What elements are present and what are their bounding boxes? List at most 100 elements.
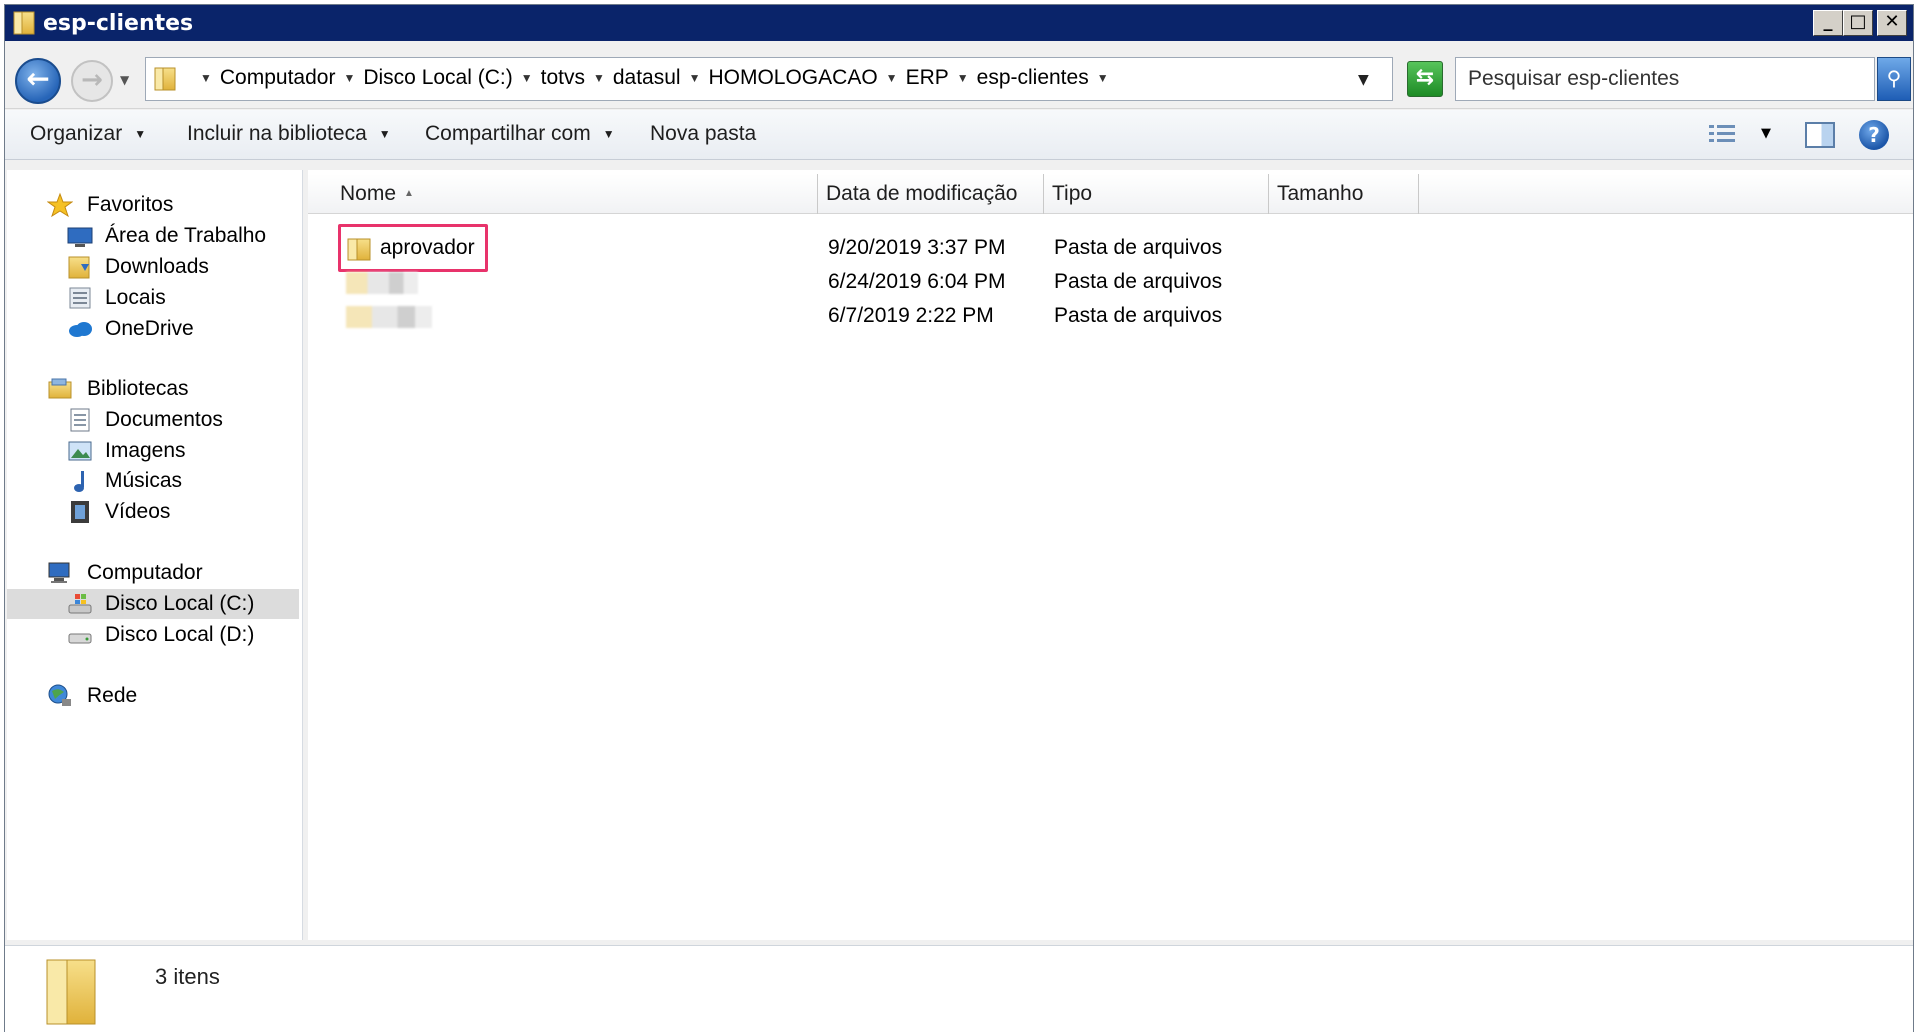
- nav-disco-c[interactable]: Disco Local (C:): [7, 589, 299, 619]
- explorer-window: esp-clientes _ □ ✕ ← → ▼ ▼ Computador ▼ …: [4, 4, 1914, 1033]
- library-icon: [48, 378, 72, 399]
- nav-label: Downloads: [105, 255, 209, 278]
- nav-label: Locais: [105, 286, 166, 309]
- file-type: Pasta de arquivos: [1054, 304, 1223, 327]
- compartilhar-label: Compartilhar com: [425, 122, 591, 145]
- column-label: Nome: [340, 182, 397, 205]
- nav-documentos[interactable]: Documentos: [7, 405, 299, 435]
- nova-pasta-button[interactable]: Nova pasta: [650, 122, 756, 146]
- minimize-button[interactable]: _: [1813, 10, 1843, 36]
- music-icon: [74, 471, 84, 492]
- column-data[interactable]: Data de modificação: [818, 174, 1044, 214]
- downloads-folder-icon: [68, 256, 90, 279]
- column-label: Tamanho: [1277, 182, 1364, 205]
- nav-imagens[interactable]: Imagens: [7, 436, 299, 466]
- address-history-dropdown[interactable]: ▼: [1358, 72, 1369, 88]
- nav-bibliotecas[interactable]: Bibliotecas: [7, 374, 299, 404]
- title-bar: esp-clientes _ □ ✕: [5, 5, 1913, 41]
- maximize-button[interactable]: □: [1843, 10, 1873, 36]
- nav-musicas[interactable]: Músicas: [7, 466, 299, 496]
- crumb-esp-clientes[interactable]: esp-clientes: [977, 66, 1089, 90]
- command-bar: Organizar ▼ Incluir na biblioteca ▼ Compar…: [5, 110, 1913, 160]
- address-bar[interactable]: ▼ Computador ▼ Disco Local (C:) ▼ totvs …: [145, 57, 1393, 101]
- crumb-disco-c[interactable]: Disco Local (C:): [363, 66, 512, 90]
- incluir-biblioteca-menu[interactable]: Incluir na biblioteca ▼: [187, 122, 391, 146]
- crumb-computador[interactable]: Computador: [220, 66, 336, 90]
- blurred-name: [346, 306, 432, 328]
- column-tamanho[interactable]: Tamanho: [1269, 174, 1419, 214]
- search-box[interactable]: [1455, 57, 1875, 101]
- nav-videos[interactable]: Vídeos: [7, 497, 299, 527]
- nav-label: Bibliotecas: [87, 377, 189, 400]
- crumb-datasul[interactable]: datasul: [613, 66, 681, 90]
- table-row[interactable]: 6/7/2019 2:22 PM Pasta de arquivos: [308, 300, 1913, 334]
- nav-computador[interactable]: Computador: [7, 558, 299, 588]
- nav-label: Área de Trabalho: [105, 224, 267, 247]
- column-nome[interactable]: Nome ▲: [308, 174, 818, 214]
- preview-pane-icon[interactable]: [1805, 122, 1835, 148]
- nav-downloads[interactable]: Downloads: [7, 252, 299, 282]
- file-date: 6/7/2019 2:22 PM: [828, 304, 994, 327]
- organizar-menu[interactable]: Organizar ▼: [30, 122, 146, 146]
- nav-label: OneDrive: [105, 317, 194, 340]
- nav-label: Favoritos: [87, 193, 174, 216]
- table-row[interactable]: aprovador 9/20/2019 3:37 PM Pasta de arq…: [308, 224, 1913, 272]
- nav-area-trabalho[interactable]: Área de Trabalho: [7, 221, 299, 251]
- file-type: Pasta de arquivos: [1054, 236, 1223, 259]
- column-label: Tipo: [1052, 182, 1093, 205]
- folder-icon: [154, 67, 176, 91]
- help-icon[interactable]: ?: [1859, 120, 1889, 150]
- nav-onedrive[interactable]: OneDrive: [7, 314, 299, 344]
- file-date: 6/24/2019 6:04 PM: [828, 270, 1006, 293]
- chevron-down-icon[interactable]: ▼: [957, 71, 969, 85]
- chevron-down-icon[interactable]: ▼: [1097, 71, 1109, 85]
- chevron-down-icon[interactable]: ▼: [886, 71, 898, 85]
- cloud-icon: [69, 322, 92, 337]
- chevron-down-icon[interactable]: ▼: [200, 71, 212, 85]
- view-dropdown[interactable]: ▼: [1761, 126, 1771, 141]
- video-icon: [71, 501, 89, 523]
- compartilhar-menu[interactable]: Compartilhar com ▼: [425, 122, 615, 146]
- nav-label: Músicas: [105, 469, 183, 492]
- sort-ascending-icon: ▲: [404, 188, 414, 199]
- incluir-label: Incluir na biblioteca: [187, 122, 367, 145]
- crumb-erp[interactable]: ERP: [906, 66, 949, 90]
- drive-icon: [68, 633, 92, 644]
- nav-favoritos[interactable]: Favoritos: [7, 190, 299, 220]
- computer-icon: [48, 562, 70, 583]
- column-tipo[interactable]: Tipo: [1044, 174, 1269, 214]
- document-icon: [70, 408, 90, 432]
- chevron-down-icon[interactable]: ▼: [521, 71, 533, 85]
- folder-icon: [347, 238, 371, 261]
- recent-places-icon: [69, 287, 91, 309]
- back-button[interactable]: ←: [15, 58, 61, 104]
- column-header-row: Nome ▲ Data de modificação Tipo Tamanho: [308, 174, 1913, 214]
- recent-pages-dropdown[interactable]: ▼: [120, 73, 129, 87]
- nav-label: Documentos: [105, 408, 223, 431]
- chevron-down-icon: ▼: [134, 127, 147, 141]
- close-button[interactable]: ✕: [1877, 10, 1907, 36]
- chevron-down-icon[interactable]: ▼: [343, 71, 355, 85]
- search-icon[interactable]: ⚲: [1877, 57, 1911, 101]
- chevron-down-icon[interactable]: ▼: [593, 71, 605, 85]
- nav-locais[interactable]: Locais: [7, 283, 299, 313]
- crumb-homologacao[interactable]: HOMOLOGACAO: [708, 66, 877, 90]
- breadcrumb: ▼ Computador ▼ Disco Local (C:) ▼ totvs …: [192, 66, 1117, 90]
- folder-icon: [13, 11, 35, 35]
- chevron-down-icon[interactable]: ▼: [689, 71, 701, 85]
- nav-disco-d[interactable]: Disco Local (D:): [7, 620, 299, 650]
- nav-label: Rede: [87, 684, 138, 707]
- table-row[interactable]: 6/24/2019 6:04 PM Pasta de arquivos: [308, 266, 1913, 300]
- refresh-button[interactable]: ⇆: [1407, 61, 1443, 97]
- forward-button[interactable]: →: [71, 60, 113, 102]
- file-name[interactable]: aprovador: [380, 236, 475, 260]
- nav-label: Computador: [87, 561, 203, 584]
- column-label: Data de modificação: [826, 182, 1018, 205]
- view-options-icon[interactable]: [1707, 122, 1737, 148]
- search-input[interactable]: [1456, 58, 1836, 100]
- nav-label: Imagens: [105, 439, 186, 462]
- crumb-totvs[interactable]: totvs: [541, 66, 585, 90]
- nav-rede[interactable]: Rede: [7, 681, 299, 711]
- blurred-name: [346, 272, 418, 294]
- nova-pasta-label: Nova pasta: [650, 122, 757, 145]
